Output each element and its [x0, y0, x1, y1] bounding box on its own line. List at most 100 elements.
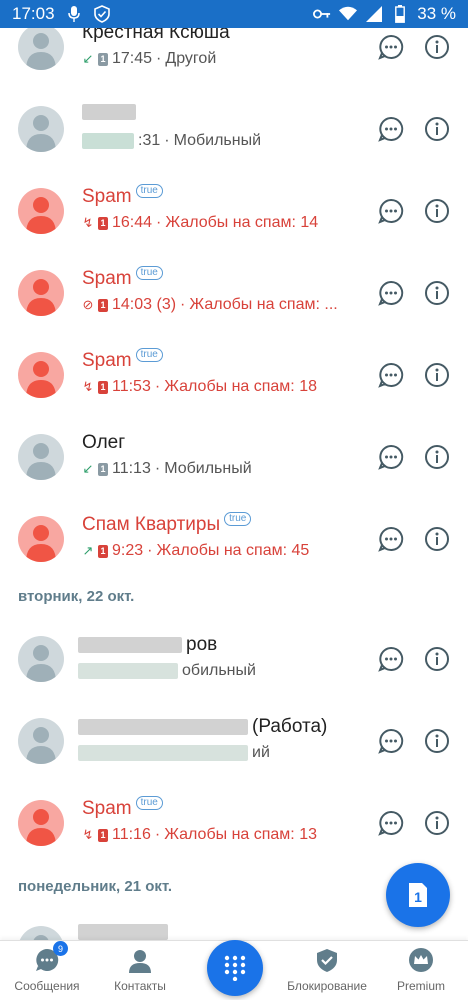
call-type: Другой — [165, 50, 217, 67]
call-type: ий — [252, 744, 270, 761]
sim-card-icon: 1 — [409, 883, 427, 907]
true-badge: true — [224, 512, 252, 526]
avatar — [18, 28, 64, 70]
info-button[interactable] — [422, 442, 452, 472]
nav-messages[interactable]: 9 Сообщения — [0, 941, 94, 993]
contact-name: Крестная Ксюша — [82, 28, 230, 43]
avatar-spam — [18, 800, 64, 846]
separator: · — [154, 378, 161, 395]
message-button[interactable] — [376, 196, 406, 226]
call-row[interactable]: Крестная Ксюша ↙ 1 17:45 · Другой — [0, 28, 468, 88]
sim1-icon: 1 — [98, 298, 108, 312]
call-time: 11:53 — [112, 378, 151, 395]
sim1-icon: 1 — [98, 462, 108, 476]
info-button[interactable] — [422, 808, 452, 838]
contact-name: Спам Квартиры — [82, 514, 221, 535]
nav-label: Блокирование — [287, 979, 367, 993]
call-row[interactable]: :31 · Мобильный — [0, 88, 468, 170]
contacts-icon — [127, 947, 153, 973]
signal-icon — [365, 5, 383, 23]
info-button[interactable] — [422, 196, 452, 226]
blurred-text — [78, 924, 168, 940]
call-type: Жалобы на спам: ... — [189, 296, 338, 313]
contact-name-blurred — [82, 104, 136, 120]
call-time: 14:03 (3) — [112, 296, 177, 313]
message-icon — [378, 728, 404, 754]
call-row[interactable]: Олег ↙ 1 11:13 · Мобильный — [0, 416, 468, 498]
message-icon — [378, 810, 404, 836]
call-row[interactable]: Spam true ↯ 1 16:44 · Жалобы на спам: 14 — [0, 170, 468, 252]
sim1-icon: 1 — [98, 544, 108, 558]
info-icon — [425, 199, 449, 223]
message-button[interactable] — [376, 644, 406, 674]
message-button[interactable] — [376, 32, 406, 62]
avatar — [18, 106, 64, 152]
true-badge: true — [135, 348, 163, 362]
message-button[interactable] — [376, 442, 406, 472]
message-button[interactable] — [376, 808, 406, 838]
info-button[interactable] — [422, 114, 452, 144]
contact-name: Spam — [82, 350, 132, 371]
avatar-spam — [18, 188, 64, 234]
info-button[interactable] — [422, 278, 452, 308]
sim-select-fab[interactable]: 1 — [386, 863, 450, 927]
message-button[interactable] — [376, 524, 406, 554]
call-row[interactable]: Spam true ↯ 1 11:16 · Жалобы на спам: 13 — [0, 782, 468, 864]
call-row[interactable]: Спам Квартиры true ↗ 1 9:23 · Жалобы на … — [0, 498, 468, 580]
avatar — [18, 926, 64, 940]
nav-label: Сообщения — [14, 979, 80, 993]
dialpad-button[interactable] — [207, 940, 263, 996]
message-button[interactable] — [376, 278, 406, 308]
info-icon — [425, 811, 449, 835]
shield-check-icon — [93, 5, 111, 23]
message-icon — [378, 116, 404, 142]
info-icon — [425, 527, 449, 551]
nav-premium[interactable]: Premium — [374, 947, 468, 993]
battery-icon — [391, 5, 409, 23]
outgoing-call-icon: ↗ — [82, 543, 94, 558]
sim1-icon: 1 — [98, 828, 108, 842]
nav-contacts[interactable]: Контакты — [93, 947, 187, 993]
message-icon — [378, 646, 404, 672]
call-row[interactable]: Spam true ↯ 1 11:53 · Жалобы на спам: 18 — [0, 334, 468, 416]
separator: · — [154, 460, 161, 477]
blurred-text — [82, 104, 136, 120]
message-icon — [378, 362, 404, 388]
separator: · — [156, 214, 162, 231]
contact-name: (Работа) — [252, 716, 328, 737]
info-icon — [425, 647, 449, 671]
call-log-list[interactable]: Крестная Ксюша ↙ 1 17:45 · Другой :31 · … — [0, 28, 468, 940]
call-time: 11:13 — [112, 460, 151, 477]
separator: · — [154, 826, 161, 843]
call-row[interactable]: ров обильный — [0, 618, 468, 700]
nav-blocking[interactable]: Блокирование — [280, 947, 374, 993]
call-time: :31 — [138, 132, 161, 149]
separator: · — [164, 132, 170, 149]
call-type: Мобильный — [173, 132, 262, 149]
avatar — [18, 718, 64, 764]
unread-badge: 9 — [53, 941, 68, 956]
info-button[interactable] — [422, 644, 452, 674]
call-time: 9:23 — [112, 542, 144, 559]
call-type: Жалобы на спам: 45 — [156, 542, 310, 559]
contact-name: Олег — [82, 432, 126, 453]
separator: · — [156, 50, 162, 67]
svg-text:1: 1 — [414, 889, 422, 905]
message-button[interactable] — [376, 114, 406, 144]
info-button[interactable] — [422, 32, 452, 62]
info-button[interactable] — [422, 524, 452, 554]
avatar-spam — [18, 352, 64, 398]
call-row[interactable]: (Работа) ий — [0, 700, 468, 782]
call-row[interactable]: Spam true ⊘ 1 14:03 (3) · Жалобы на спам… — [0, 252, 468, 334]
info-button[interactable] — [422, 360, 452, 390]
missed-call-icon: ↯ — [82, 215, 94, 230]
incoming-call-icon: ↙ — [82, 461, 94, 476]
info-button[interactable] — [422, 726, 452, 756]
message-button[interactable] — [376, 360, 406, 390]
info-icon — [425, 281, 449, 305]
sim1-icon: 1 — [98, 52, 108, 66]
call-type: обильный — [182, 662, 256, 679]
message-button[interactable] — [376, 726, 406, 756]
date-section-header: понедельник, 21 окт. — [18, 878, 173, 895]
info-icon — [425, 363, 449, 387]
